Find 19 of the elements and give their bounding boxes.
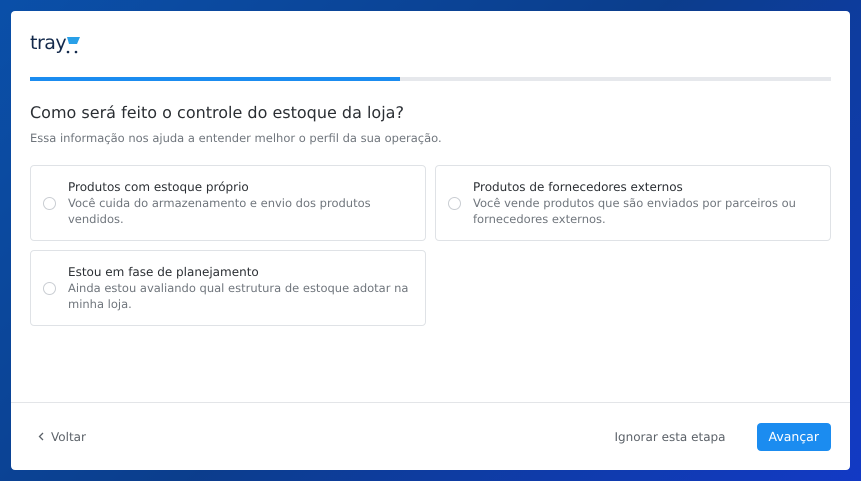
option-card[interactable]: Estou em fase de planejamento Ainda estou avaliando qual estrutura de estoque adotar na minha loja. bbox=[30, 250, 426, 326]
radio-button[interactable] bbox=[448, 196, 461, 210]
question-subtitle: Essa informação nos ajuda a entender melhor o perfil da sua operação. bbox=[30, 131, 443, 145]
option-description: Ainda estou avaliando qual estrutura de estoque adotar na minha loja. bbox=[68, 280, 410, 312]
logo-text: tray bbox=[30, 33, 66, 53]
option-title: Produtos de fornecedores externos bbox=[473, 179, 684, 195]
skip-button[interactable]: Ignorar esta etapa bbox=[608, 428, 732, 444]
option-description: Você cuida do armazenamento e envio dos produtos vendidos. bbox=[68, 195, 372, 227]
cart-icon bbox=[66, 36, 80, 54]
chevron-left-icon bbox=[38, 432, 44, 441]
option-description: Você vende produtos que são enviados por parceiros ou fornecedores externos. bbox=[473, 195, 797, 227]
back-button[interactable]: Voltar bbox=[38, 430, 86, 444]
question-title: Como será feito o controle do estoque da loja? bbox=[30, 103, 405, 122]
option-title: Produtos com estoque próprio bbox=[68, 179, 250, 195]
option-title: Estou em fase de planejamento bbox=[68, 264, 260, 280]
radio-button[interactable] bbox=[43, 196, 56, 210]
option-card[interactable]: Produtos de fornecedores externos Você vende produtos que são enviados por parceiros ou fornecedores externos. bbox=[435, 165, 831, 241]
radio-button[interactable] bbox=[43, 282, 56, 294]
option-card[interactable]: Produtos com estoque próprio Você cuida do armazenamento e envio dos produtos vendidos. bbox=[30, 165, 426, 241]
